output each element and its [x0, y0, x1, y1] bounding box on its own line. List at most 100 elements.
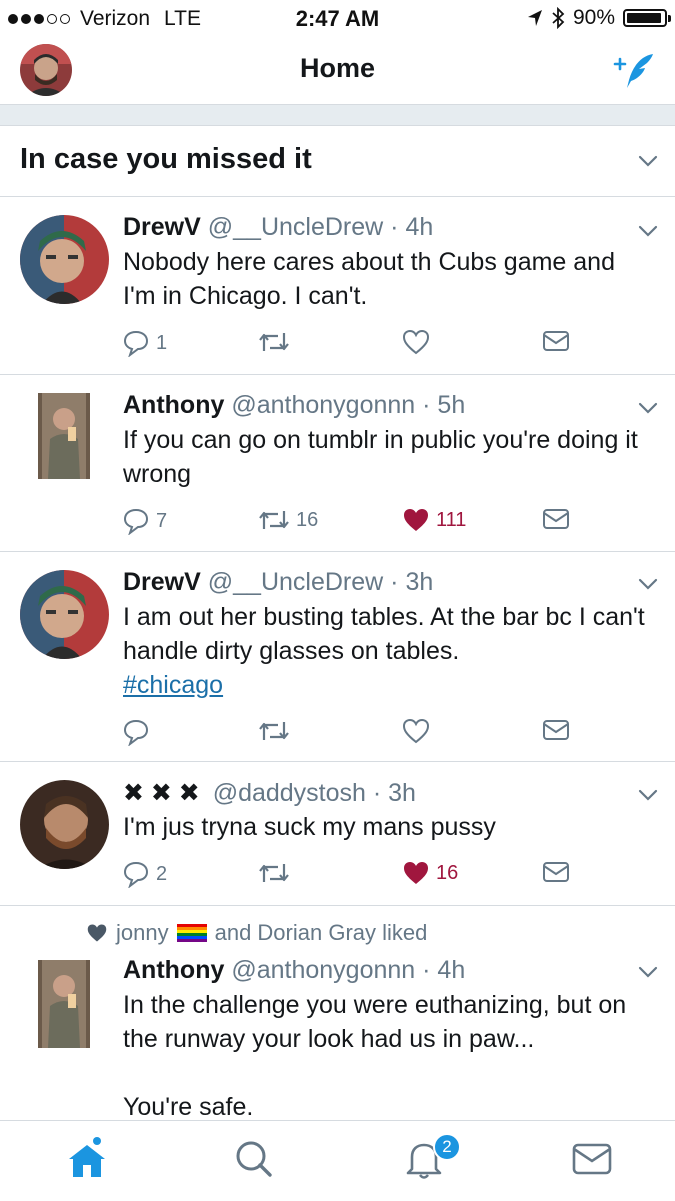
liked-by-user[interactable]: jonny: [116, 920, 169, 946]
reply-button[interactable]: 7: [122, 507, 167, 535]
heart-outline-icon: [402, 329, 430, 355]
retweet-button[interactable]: [258, 329, 296, 355]
direct-message-button[interactable]: [542, 507, 570, 531]
tweet-actions: 1: [122, 329, 582, 359]
reply-icon: [123, 861, 149, 888]
reply-icon: [123, 719, 149, 746]
heart-outline-icon: [402, 718, 430, 744]
like-button[interactable]: 111: [402, 507, 466, 533]
tweet-actions: 7 16 111: [122, 507, 582, 537]
top-navigation-bar: Home: [0, 36, 675, 105]
home-tab-icon[interactable]: [65, 1137, 109, 1181]
tweet[interactable]: Anthony @anthonygonnn · 5h If you can go…: [0, 375, 675, 552]
reply-button[interactable]: [122, 718, 150, 746]
author-name[interactable]: Anthony: [123, 391, 224, 419]
notifications-badge: 2: [433, 1133, 461, 1161]
tweet-time: 5h: [437, 391, 466, 419]
author-handle[interactable]: @anthonygonnn: [231, 391, 415, 419]
in-case-you-missed-it-header[interactable]: In case you missed it: [0, 126, 675, 197]
tweet-time: 4h: [405, 213, 434, 241]
tweet[interactable]: jonny and Dorian Gray liked Anthony @ant…: [0, 906, 675, 1121]
retweet-icon: [259, 333, 289, 351]
chevron-down-icon[interactable]: [638, 402, 658, 414]
retweet-button[interactable]: [258, 718, 290, 744]
retweet-icon: [259, 722, 289, 740]
heart-filled-icon: [404, 862, 428, 884]
section-title: In case you missed it: [20, 143, 312, 175]
tweet-text: If you can go on tumblr in public you're…: [123, 426, 638, 488]
timeline-separator: [0, 105, 675, 126]
avatar-photo: [20, 215, 109, 304]
battery-percent: 90%: [572, 6, 615, 29]
chevron-down-icon[interactable]: [638, 225, 658, 237]
rainbow-flag-icon: [176, 924, 207, 942]
like-count: 111: [436, 508, 467, 531]
envelope-icon: [543, 862, 569, 882]
tweet-header: ✖ ✖ ✖ @daddystosh · 3h: [123, 779, 416, 807]
author-handle[interactable]: @__UncleDrew: [208, 568, 383, 596]
reply-count: 1: [156, 331, 168, 354]
social-context: jonny and Dorian Gray liked: [86, 920, 427, 946]
liked-by-text: and Dorian Gray liked: [214, 920, 428, 945]
reply-button[interactable]: 2: [122, 860, 167, 888]
tweet[interactable]: ✖ ✖ ✖ @daddystosh · 3h I'm jus tryna suc…: [0, 762, 675, 906]
tweet-body: In the challenge you were euthanizing, b…: [123, 991, 627, 1053]
envelope-icon: [543, 720, 569, 740]
tweet-time: 3h: [388, 779, 416, 807]
author-name[interactable]: DrewV: [123, 568, 201, 596]
messages-tab-icon[interactable]: [570, 1137, 614, 1181]
avatar-photo: [38, 393, 90, 479]
retweet-button[interactable]: [258, 860, 290, 886]
author-avatar[interactable]: [38, 393, 90, 479]
like-button[interactable]: [402, 329, 436, 355]
bluetooth-icon: [552, 7, 565, 29]
direct-message-button[interactable]: [542, 718, 570, 742]
avatar-photo: [20, 780, 109, 869]
tweet[interactable]: DrewV @__UncleDrew · 3h I am out her bus…: [0, 552, 675, 762]
like-button[interactable]: 16: [402, 860, 458, 886]
tweet-text: I am out her busting tables. At the bar …: [123, 600, 653, 702]
like-count: 16: [436, 861, 459, 884]
reply-count: 7: [156, 509, 168, 532]
reply-icon: [123, 508, 149, 535]
direct-message-button[interactable]: [542, 860, 570, 884]
chevron-down-icon[interactable]: [638, 966, 658, 978]
chevron-down-icon[interactable]: [638, 578, 658, 590]
reply-icon: [123, 330, 149, 357]
envelope-icon: [543, 509, 569, 529]
heart-icon: [87, 924, 107, 942]
author-avatar[interactable]: [20, 215, 109, 304]
author-name[interactable]: ✖ ✖ ✖: [123, 779, 200, 807]
bottom-tab-bar: 2: [0, 1120, 675, 1201]
author-handle[interactable]: @__UncleDrew: [208, 213, 383, 241]
tweet-header: Anthony @anthonygonnn · 5h: [123, 391, 466, 419]
author-name[interactable]: DrewV: [123, 213, 201, 241]
like-button[interactable]: [402, 718, 430, 744]
author-avatar[interactable]: [20, 570, 109, 659]
tweet-header: DrewV @__UncleDrew · 3h: [123, 568, 434, 596]
chevron-down-icon[interactable]: [638, 789, 658, 801]
author-avatar[interactable]: [38, 960, 90, 1048]
heart-filled-icon: [404, 509, 428, 531]
reply-button[interactable]: 1: [122, 329, 167, 357]
compose-tweet-icon[interactable]: [613, 50, 657, 90]
retweet-icon: [259, 511, 289, 529]
battery-icon: [623, 9, 671, 27]
author-avatar[interactable]: [20, 780, 109, 869]
tweet-body: I am out her busting tables. At the bar …: [123, 603, 645, 665]
tweet-time: 4h: [437, 956, 466, 984]
tweet-header: Anthony @anthonygonnn · 4h: [123, 956, 466, 984]
tweet-text: Nobody here cares about th Cubs game and…: [123, 248, 615, 310]
author-handle[interactable]: @daddystosh: [213, 779, 366, 807]
tweet-time: 3h: [405, 568, 434, 596]
author-handle[interactable]: @anthonygonnn: [231, 956, 415, 984]
retweet-button[interactable]: 16: [258, 507, 318, 533]
tweet[interactable]: DrewV @__UncleDrew · 4h Nobody here care…: [0, 197, 675, 375]
page-title: Home: [299, 53, 375, 83]
chevron-down-icon[interactable]: [638, 155, 658, 167]
direct-message-button[interactable]: [542, 329, 570, 353]
tweet-text: I'm jus tryna suck my mans pussy: [123, 813, 496, 841]
hashtag-link[interactable]: #chicago: [123, 671, 223, 699]
search-tab-icon[interactable]: [232, 1137, 276, 1181]
author-name[interactable]: Anthony: [123, 956, 224, 984]
